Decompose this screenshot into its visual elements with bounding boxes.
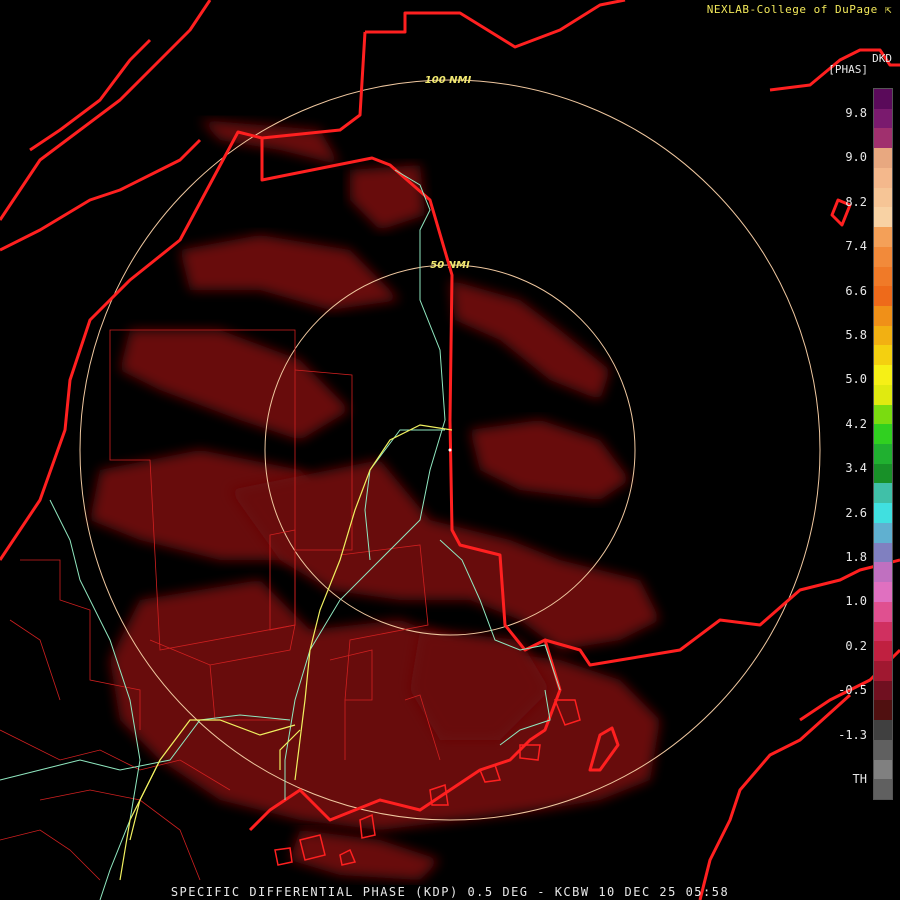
colorbar-segment (874, 286, 892, 307)
unit-label: [PHAS] (828, 63, 868, 76)
colorbar-segment (874, 187, 892, 208)
colorbar-segment (874, 601, 892, 622)
colorbar-segment (874, 424, 892, 445)
colorbar-segment (874, 700, 892, 721)
colorbar-tick-label: TH (852, 772, 867, 786)
colorbar-tick-label: 5.0 (845, 372, 867, 387)
colorbar-segment (874, 128, 892, 149)
product-footer: SPECIFIC DIFFERENTIAL PHASE (KDP) 0.5 DE… (170, 885, 730, 899)
colorbar-segment (874, 227, 892, 248)
colorbar-tick-label: 1.8 (845, 550, 867, 564)
colorbar-segment (874, 444, 892, 465)
colorbar-tick-label: 6.6 (845, 283, 867, 298)
colorbar-segment (874, 779, 892, 800)
colorbar-segment (874, 384, 892, 406)
colorbar-segment (874, 207, 892, 228)
colorbar-segment (874, 641, 892, 662)
colorbar-segment (874, 404, 892, 425)
colorbar-segment (874, 621, 892, 642)
colorbar-segment (874, 89, 892, 110)
colorbar-segment (874, 365, 892, 386)
colorbar-segment (874, 660, 892, 682)
colorbar-segment (874, 582, 892, 603)
precip-echoes (90, 120, 660, 880)
colorbar-segment (874, 562, 892, 583)
colorbar-segment (874, 522, 892, 544)
colorbar-tick-label: -1.3 (838, 727, 867, 742)
colorbar-tick-label: 9.0 (845, 150, 867, 165)
colorbar-segment (874, 167, 892, 189)
colorbar-segment (874, 345, 892, 366)
colorbar-segment (874, 463, 892, 484)
cursor-arrow-icon: ⇱ (884, 3, 892, 16)
radar-site-marker (448, 448, 452, 452)
colorbar-tick-label: 9.8 (845, 106, 867, 120)
colorbar (873, 88, 893, 800)
colorbar-tick-label: 4.2 (845, 416, 867, 431)
colorbar-segment (874, 739, 892, 761)
colorbar-tick-label: 7.4 (845, 239, 867, 254)
colorbar-segment (874, 720, 892, 741)
colorbar-tick-label: 2.6 (845, 505, 867, 520)
colorbar-segment (874, 759, 892, 780)
colorbar-segment (874, 680, 892, 701)
colorbar-segment (874, 108, 892, 129)
credit-text: NEXLAB-College of DuPage ⇱ (706, 3, 892, 16)
colorbar-tick-label: 0.2 (845, 638, 867, 653)
colorbar-segment (874, 483, 892, 504)
colorbar-segment (874, 246, 892, 267)
colorbar-segment (874, 325, 892, 346)
colorbar-tick-label: -0.5 (838, 683, 867, 698)
colorbar-segment (874, 148, 892, 169)
colorbar-segment (874, 305, 892, 327)
colorbar-tick-label: 5.8 (845, 328, 867, 342)
colorbar-tick-label: 8.2 (845, 194, 867, 209)
product-code: DKD (872, 52, 892, 65)
range-ring-100nmi-label: 100 NMI (425, 75, 472, 86)
radar-map: 100 NMI 50 NMI (0, 0, 900, 900)
colorbar-segment (874, 266, 892, 287)
colorbar-tick-label: 3.4 (845, 461, 867, 476)
colorbar-segment (874, 503, 892, 524)
colorbar-segment (874, 542, 892, 563)
colorbar-tick-label: 1.0 (845, 594, 867, 609)
